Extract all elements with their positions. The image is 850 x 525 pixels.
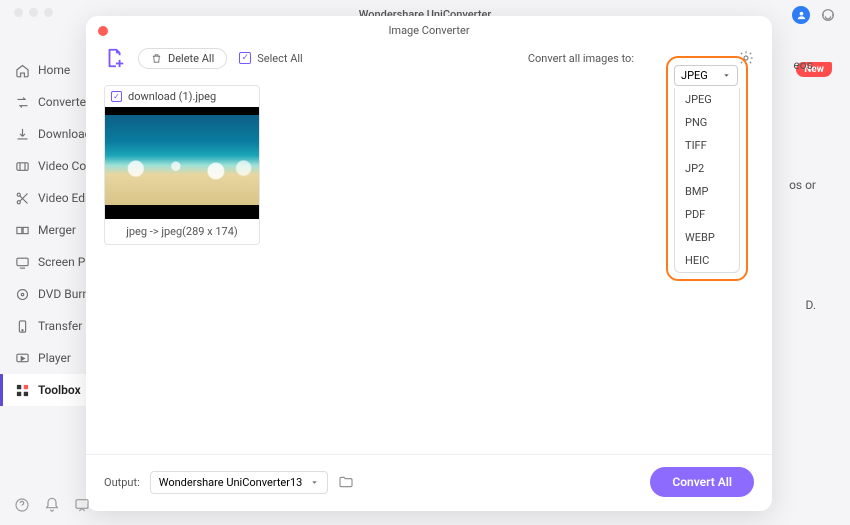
convert-to-label: Convert all images to: xyxy=(528,52,634,65)
chevron-down-icon xyxy=(310,478,319,487)
sidebar-item-home[interactable]: Home xyxy=(0,54,86,86)
screen-icon xyxy=(14,254,30,270)
output-label: Output: xyxy=(104,476,140,489)
sidebar-item-label: Video Editor xyxy=(38,191,86,205)
sidebar-item-video-editor[interactable]: Video Editor xyxy=(0,182,86,214)
sidebar-item-downloader[interactable]: Downloader xyxy=(0,118,86,150)
transfer-icon xyxy=(14,318,30,334)
select-all-checkbox[interactable]: ✓ Select All xyxy=(239,52,302,65)
tile-checkbox[interactable]: ✓ xyxy=(111,91,122,102)
sidebar-item-label: Converter xyxy=(38,95,86,109)
home-icon xyxy=(14,62,30,78)
window-traffic-lights[interactable] xyxy=(14,8,53,17)
delete-all-button[interactable]: Delete All xyxy=(138,48,227,69)
chevron-down-icon xyxy=(722,71,731,80)
sidebar-item-toolbox[interactable]: Toolbox xyxy=(0,374,86,406)
sidebar: Home Converter Downloader Video Compress… xyxy=(0,14,86,525)
tile-status: jpeg -> jpeg(289 x 174) xyxy=(105,219,259,244)
sidebar-item-video-compressor[interactable]: Video Compressor xyxy=(0,150,86,182)
sidebar-item-screen-pair[interactable]: Screen Pair xyxy=(0,246,86,278)
notifications-icon[interactable] xyxy=(44,497,60,513)
convert-all-label: Convert All xyxy=(672,475,732,489)
delete-all-label: Delete All xyxy=(168,52,214,65)
sidebar-item-merger[interactable]: Merger xyxy=(0,214,86,246)
convert-all-button[interactable]: Convert All xyxy=(650,467,754,497)
merge-icon xyxy=(14,222,30,238)
select-all-label: Select All xyxy=(257,52,302,65)
image-converter-modal: Image Converter Delete All ✓ Select All … xyxy=(86,16,772,511)
sidebar-item-converter[interactable]: Converter xyxy=(0,86,86,118)
modal-title: Image Converter xyxy=(86,16,772,37)
sidebar-item-label: DVD Burner xyxy=(38,287,86,301)
sidebar-item-label: Transfer xyxy=(38,319,82,333)
open-folder-icon[interactable] xyxy=(338,474,354,490)
sidebar-item-label: Player xyxy=(38,351,71,365)
compress-icon xyxy=(14,158,30,174)
output-path-select[interactable]: Wondershare UniConverter13 xyxy=(150,471,329,494)
download-icon xyxy=(14,126,30,142)
feedback-icon[interactable] xyxy=(74,497,90,513)
sidebar-item-transfer[interactable]: Transfer xyxy=(0,310,86,342)
tile-thumbnail xyxy=(105,107,259,219)
close-button[interactable] xyxy=(98,26,108,36)
scissors-icon xyxy=(14,190,30,206)
support-icon[interactable] xyxy=(820,7,836,23)
sidebar-item-label: Merger xyxy=(38,223,76,237)
converter-icon xyxy=(14,94,30,110)
sidebar-item-label: Screen Pair xyxy=(38,255,86,269)
tile-filename: download (1).jpeg xyxy=(128,90,216,103)
sidebar-item-player[interactable]: Player xyxy=(0,342,86,374)
account-avatar[interactable] xyxy=(792,6,810,24)
sidebar-item-label: Toolbox xyxy=(38,383,81,397)
image-tile[interactable]: ✓ download (1).jpeg jpeg -> jpeg(289 x 1… xyxy=(104,85,260,245)
output-path-value: Wondershare UniConverter13 xyxy=(159,476,303,489)
sidebar-item-dvd-burner[interactable]: DVD Burner xyxy=(0,278,86,310)
trash-icon xyxy=(151,53,162,64)
help-icon[interactable] xyxy=(14,497,30,513)
sidebar-item-label: Downloader xyxy=(38,127,86,141)
sidebar-item-label: Video Compressor xyxy=(38,159,86,173)
add-file-icon[interactable] xyxy=(104,47,126,69)
sidebar-item-label: Home xyxy=(38,63,70,77)
background-hint-text: eos. os or D. xyxy=(789,58,816,312)
disc-icon xyxy=(14,286,30,302)
toolbox-icon xyxy=(14,382,30,398)
player-icon xyxy=(14,350,30,366)
